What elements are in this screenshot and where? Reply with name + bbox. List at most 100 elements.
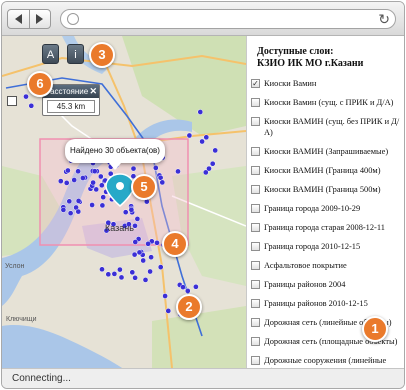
kiosk-point[interactable] [152, 165, 159, 171]
layer-checkbox[interactable] [251, 98, 260, 107]
kiosk-point[interactable] [98, 182, 105, 189]
forward-button[interactable] [28, 10, 50, 28]
kiosk-point[interactable] [199, 138, 205, 145]
layer-checkbox[interactable] [251, 261, 260, 270]
kiosk-point[interactable] [23, 93, 29, 100]
kiosk-point[interactable] [197, 109, 204, 115]
layer-item[interactable]: Дорожные сооружения (линейные объекты) [251, 355, 404, 368]
kiosk-point[interactable] [118, 274, 125, 281]
layers-title-line: КЗИО ИК МО г.Казани [257, 58, 364, 69]
layer-item[interactable]: Киоски ВАМИН (Запрашиваемые) [251, 146, 404, 157]
layer-item[interactable]: Киоски ВАМИН (Граница 500м) [251, 184, 404, 195]
layer-checkbox[interactable] [251, 356, 260, 365]
layer-item[interactable]: Граница города 2010-12-15 [251, 241, 404, 252]
kiosk-point[interactable] [71, 177, 78, 183]
kiosk-point[interactable] [206, 165, 212, 172]
back-arrow-icon [14, 14, 22, 24]
layer-item[interactable]: Граница города старая 2008-12-11 [251, 222, 404, 233]
kiosk-point[interactable] [175, 168, 181, 175]
layer-checkbox[interactable] [251, 280, 260, 289]
layer-checkbox[interactable] [251, 337, 260, 346]
kiosk-point[interactable] [193, 283, 199, 290]
kiosk-point[interactable] [65, 167, 71, 174]
layer-checkbox[interactable] [251, 117, 260, 126]
kiosk-point[interactable] [131, 251, 138, 258]
kiosk-point[interactable] [128, 206, 135, 213]
kiosk-point[interactable] [80, 175, 86, 181]
kiosk-point[interactable] [212, 147, 219, 154]
reload-icon[interactable]: ↻ [378, 11, 390, 27]
layer-checkbox[interactable] [251, 185, 260, 194]
kiosk-point[interactable] [57, 178, 64, 184]
kiosk-point[interactable] [142, 277, 149, 283]
kiosk-point[interactable] [129, 269, 136, 276]
kiosk-point[interactable] [136, 249, 143, 256]
kiosk-point[interactable] [140, 257, 147, 264]
kiosk-point[interactable] [165, 308, 172, 314]
kiosk-point[interactable] [145, 240, 151, 247]
layer-checkbox[interactable] [251, 318, 260, 327]
layer-checkbox[interactable]: ✓ [251, 79, 260, 88]
kiosk-point[interactable] [100, 194, 107, 201]
kiosk-point[interactable] [66, 198, 73, 205]
kiosk-point[interactable] [134, 216, 141, 222]
layer-item[interactable]: ✓ Киоски Вамин [251, 78, 404, 89]
layer-item[interactable]: Киоски Вамин (сущ. с ПРИК и Д/А) [251, 97, 404, 108]
layer-checkbox[interactable] [251, 299, 260, 308]
kiosk-point[interactable] [105, 271, 112, 278]
layer-item[interactable]: Границы районов 2010-12-15 [251, 298, 404, 309]
layer-item[interactable]: Границы районов 2004 [251, 279, 404, 290]
layer-checkbox[interactable] [251, 223, 260, 232]
layer-checkbox[interactable] [251, 204, 260, 213]
zoom-box-icon[interactable] [7, 96, 17, 106]
layer-label: Граница города 2009-10-29 [264, 204, 361, 213]
layer-item[interactable]: Киоски ВАМИН (сущ. без ПРИК и Д/А) [251, 116, 404, 138]
kiosk-point[interactable] [75, 168, 81, 175]
layer-checkbox[interactable] [251, 166, 260, 175]
layer-label: Киоски ВАМИН (Граница 500м) [264, 185, 381, 194]
kiosk-point[interactable] [75, 208, 82, 215]
info-tool-button[interactable]: i [67, 44, 84, 64]
address-bar[interactable]: ↻ [60, 9, 396, 29]
layer-item[interactable]: Асфальтовое покрытие [251, 260, 404, 271]
kiosk-point[interactable] [89, 202, 95, 208]
kiosk-point[interactable] [203, 134, 210, 141]
kiosk-point[interactable] [147, 268, 153, 275]
nav-button-group [7, 9, 51, 29]
kiosk-point[interactable] [91, 168, 98, 175]
kiosk-point[interactable] [28, 102, 35, 109]
kiosk-point[interactable] [180, 284, 186, 290]
kiosk-point[interactable] [75, 198, 82, 204]
back-button[interactable] [8, 10, 29, 28]
layer-label: Границы районов 2004 [264, 280, 346, 289]
kiosk-point[interactable] [132, 274, 138, 281]
kiosk-point[interactable] [154, 239, 160, 246]
kiosk-point[interactable] [63, 180, 70, 186]
kiosk-point[interactable] [117, 266, 123, 273]
kiosk-point[interactable] [60, 207, 67, 213]
kiosk-point[interactable] [157, 174, 164, 181]
kiosk-point[interactable] [99, 266, 105, 273]
kiosk-point[interactable] [209, 160, 216, 167]
city-label: Казань [105, 223, 134, 233]
kiosk-point[interactable] [67, 210, 74, 217]
kiosk-point[interactable] [99, 202, 106, 209]
layer-item[interactable]: Граница города 2009-10-29 [251, 203, 404, 214]
kiosk-point[interactable] [148, 254, 154, 261]
layer-checkbox[interactable] [251, 147, 260, 156]
kiosk-point[interactable] [184, 288, 191, 294]
layer-checkbox[interactable] [251, 242, 260, 251]
kiosk-point[interactable] [122, 209, 129, 216]
kiosk-point[interactable] [130, 165, 137, 172]
kiosk-point[interactable] [90, 179, 96, 186]
kiosk-point[interactable] [159, 179, 166, 186]
ruler-tool-button[interactable]: A [42, 44, 59, 64]
kiosk-point[interactable] [111, 271, 118, 277]
close-icon[interactable]: ✕ [89, 85, 97, 98]
kiosk-point[interactable] [162, 293, 168, 299]
kiosk-point[interactable] [97, 173, 104, 180]
kiosk-point[interactable] [132, 239, 139, 245]
kiosk-point[interactable] [186, 132, 193, 139]
layer-item[interactable]: Киоски ВАМИН (Граница 400м) [251, 165, 404, 176]
kiosk-point[interactable] [157, 264, 164, 270]
